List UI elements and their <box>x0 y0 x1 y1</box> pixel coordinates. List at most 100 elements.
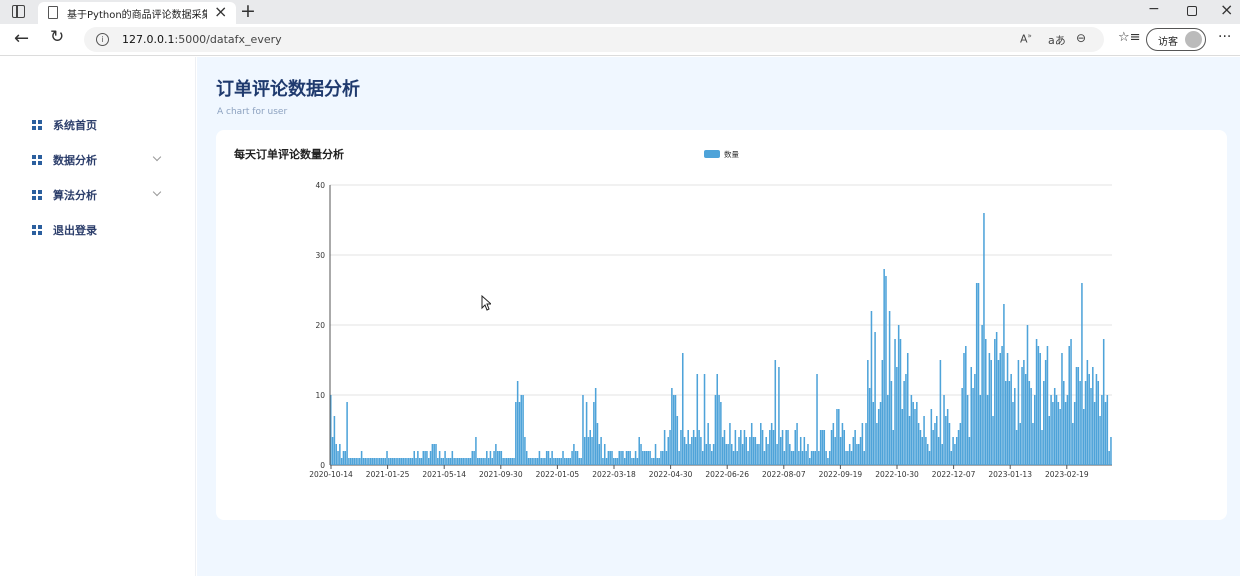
bar[interactable] <box>493 451 495 465</box>
bar[interactable] <box>1052 402 1054 465</box>
bar[interactable] <box>663 430 666 465</box>
bar[interactable] <box>1010 374 1012 465</box>
bar[interactable] <box>431 444 434 465</box>
bar[interactable] <box>585 402 588 465</box>
bar[interactable] <box>1006 353 1009 465</box>
bar[interactable] <box>1079 381 1081 465</box>
bar[interactable] <box>607 451 610 465</box>
bar[interactable] <box>647 451 650 465</box>
bar[interactable] <box>455 458 457 465</box>
bar[interactable] <box>652 458 655 465</box>
bar[interactable] <box>892 430 894 465</box>
bar[interactable] <box>723 430 726 465</box>
bar[interactable] <box>966 395 969 465</box>
bar[interactable] <box>819 430 822 465</box>
bar[interactable] <box>1061 353 1063 465</box>
bar[interactable] <box>464 458 466 465</box>
bar[interactable] <box>836 409 838 465</box>
bar[interactable] <box>547 451 550 465</box>
bar[interactable] <box>603 444 606 465</box>
bar[interactable] <box>580 458 582 465</box>
minimize-button[interactable]: − <box>1148 1 1160 17</box>
bar[interactable] <box>936 416 938 465</box>
bar[interactable] <box>462 458 464 465</box>
bar[interactable] <box>923 416 925 465</box>
bar[interactable] <box>943 395 945 465</box>
bar[interactable] <box>540 458 543 465</box>
bar[interactable] <box>928 451 931 465</box>
bar[interactable] <box>486 451 488 465</box>
bar[interactable] <box>426 451 428 465</box>
bar[interactable] <box>916 402 918 465</box>
bar[interactable] <box>747 451 749 465</box>
bar[interactable] <box>680 430 682 465</box>
bar[interactable] <box>776 444 778 465</box>
bar[interactable] <box>758 444 760 465</box>
bar[interactable] <box>357 458 359 465</box>
bar[interactable] <box>349 458 352 465</box>
bar[interactable] <box>375 458 377 465</box>
bar[interactable] <box>484 458 486 465</box>
bar[interactable] <box>596 423 599 465</box>
bar[interactable] <box>429 451 432 465</box>
bar[interactable] <box>743 430 746 465</box>
bar[interactable] <box>451 451 454 465</box>
bar[interactable] <box>502 458 504 465</box>
bar[interactable] <box>760 423 762 465</box>
bar[interactable] <box>415 458 417 465</box>
bar[interactable] <box>380 458 383 465</box>
bar[interactable] <box>522 395 524 465</box>
bar[interactable] <box>384 458 386 465</box>
bar[interactable] <box>778 367 780 465</box>
bar[interactable] <box>750 423 753 465</box>
reload-icon[interactable]: ↻ <box>50 27 64 47</box>
bar[interactable] <box>482 458 484 465</box>
bar[interactable] <box>984 339 987 465</box>
bar[interactable] <box>386 451 388 465</box>
bar[interactable] <box>691 437 693 465</box>
bar[interactable] <box>738 437 740 465</box>
bar[interactable] <box>729 423 731 465</box>
bar[interactable] <box>402 458 405 465</box>
bar[interactable] <box>1090 388 1092 465</box>
bar[interactable] <box>809 458 811 465</box>
bar[interactable] <box>700 437 702 465</box>
bar[interactable] <box>930 409 933 465</box>
bar[interactable] <box>671 388 673 465</box>
bar[interactable] <box>1068 346 1070 465</box>
bar[interactable] <box>527 458 530 465</box>
bar[interactable] <box>535 458 537 465</box>
bar[interactable] <box>622 451 624 465</box>
bar[interactable] <box>801 451 804 465</box>
bar[interactable] <box>536 458 539 465</box>
bar[interactable] <box>649 451 651 465</box>
sidebar-item-home[interactable]: 系统首页 <box>32 116 172 136</box>
bar[interactable] <box>406 458 408 465</box>
bar[interactable] <box>571 451 573 465</box>
bar[interactable] <box>1055 395 1058 465</box>
bar[interactable] <box>351 458 354 465</box>
bar[interactable] <box>955 437 958 465</box>
bar[interactable] <box>533 458 535 465</box>
bar[interactable] <box>772 430 775 465</box>
bar[interactable] <box>513 458 515 465</box>
bar[interactable] <box>360 451 363 465</box>
bar[interactable] <box>1084 381 1087 465</box>
bar[interactable] <box>792 451 795 465</box>
bar[interactable] <box>883 269 885 465</box>
bar[interactable] <box>1095 374 1098 465</box>
bar[interactable] <box>977 283 980 465</box>
bar[interactable] <box>709 444 711 465</box>
address-bar[interactable]: i 127.0.0.1:5000/datafx_every A» aあ ⊖ <box>84 27 1104 52</box>
bar[interactable] <box>921 437 924 465</box>
zoom-icon[interactable]: ⊖ <box>1076 31 1086 45</box>
bar[interactable] <box>538 451 541 465</box>
bar[interactable] <box>491 458 494 465</box>
bar[interactable] <box>905 374 907 465</box>
bar[interactable] <box>1110 437 1112 465</box>
bar[interactable] <box>418 458 421 465</box>
bar[interactable] <box>912 402 914 465</box>
bar[interactable] <box>362 458 365 465</box>
bar[interactable] <box>400 458 403 465</box>
bar[interactable] <box>1075 367 1078 465</box>
